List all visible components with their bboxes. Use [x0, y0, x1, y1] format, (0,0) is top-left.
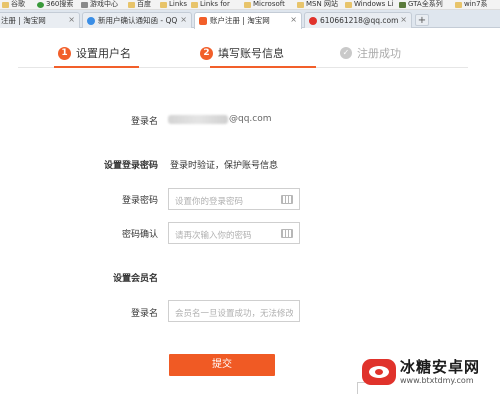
- check-icon: ✓: [340, 47, 352, 59]
- step-label: 设置用户名: [76, 47, 131, 60]
- step-label: 填写账号信息: [218, 47, 284, 60]
- close-icon[interactable]: ×: [400, 13, 407, 27]
- bookmark-item[interactable]: Links: [160, 0, 187, 9]
- step-register-success: ✓ 注册成功: [340, 44, 401, 62]
- step-set-username: 1 设置用户名: [58, 44, 131, 62]
- watermark-title: 冰糖安卓网: [400, 357, 481, 376]
- folder-icon: [2, 1, 9, 8]
- taobao-icon: [199, 17, 207, 25]
- watermark-logo-icon: [362, 359, 396, 385]
- folder-icon: [244, 1, 251, 8]
- browser-tab-strip: 注册 | 淘宝网 × 新用户确认通知函 - QQ × 账户注册 | 淘宝网 × …: [0, 10, 500, 29]
- folder-icon: [297, 1, 304, 8]
- browser-tab[interactable]: 新用户确认通知函 - QQ ×: [82, 12, 192, 28]
- step-progress-line: [210, 66, 316, 68]
- folder-icon: [345, 1, 352, 8]
- password-input[interactable]: [169, 192, 299, 212]
- login-name-value: @qq.com: [168, 114, 272, 124]
- member-name-input[interactable]: [169, 304, 299, 324]
- member-name-label: 登录名: [130, 309, 158, 319]
- 360-icon: [37, 1, 44, 8]
- new-tab-button[interactable]: +: [415, 14, 429, 26]
- folder-icon: [160, 1, 167, 8]
- watermark-url: www.btxtdmy.com: [400, 375, 474, 385]
- close-icon[interactable]: ×: [290, 13, 297, 27]
- folder-icon: [191, 1, 198, 8]
- bookmark-item[interactable]: GTA全系列: [399, 0, 443, 9]
- step-progress-line: [54, 66, 139, 68]
- gamepad-icon: [81, 1, 88, 8]
- member-name-field: [168, 300, 300, 324]
- login-name-label: 登录名: [130, 117, 158, 127]
- confirm-password-input[interactable]: [169, 226, 299, 246]
- gta-icon: [399, 1, 406, 8]
- qq-mail-icon: [87, 16, 95, 25]
- bookmark-item[interactable]: 谷歌: [2, 0, 25, 9]
- redacted-text: [168, 114, 228, 124]
- password-hint: 登录时验证，保护账号信息: [170, 161, 279, 171]
- bookmarks-bar: 谷歌 360搜索 游戏中心 百度 Links Links for Microso…: [0, 0, 500, 10]
- bookmark-item[interactable]: MSN 网站: [297, 0, 338, 9]
- password-label: 登录密码: [121, 196, 158, 206]
- keyboard-icon[interactable]: [281, 229, 293, 238]
- folder-icon: [128, 1, 135, 8]
- step-label: 注册成功: [357, 47, 401, 60]
- close-icon[interactable]: ×: [180, 13, 187, 27]
- mail-icon: [309, 16, 317, 25]
- bookmark-item[interactable]: Windows Li: [345, 0, 393, 9]
- set-password-section-label: 设置登录密码: [103, 161, 158, 171]
- bookmark-item[interactable]: win7系: [455, 0, 488, 9]
- submit-button[interactable]: 提交: [169, 354, 275, 376]
- bookmark-item[interactable]: 百度: [128, 0, 151, 9]
- step-number-badge: 2: [200, 46, 213, 60]
- bookmark-item[interactable]: 360搜索: [37, 0, 73, 9]
- bookmark-item[interactable]: Links for: [191, 0, 230, 9]
- browser-tab[interactable]: 610661218@qq.com ×: [304, 12, 412, 28]
- browser-tab[interactable]: 注册 | 淘宝网 ×: [0, 12, 80, 28]
- browser-tab-active[interactable]: 账户注册 | 淘宝网 ×: [194, 12, 302, 29]
- bookmark-item[interactable]: Microsoft: [244, 0, 285, 9]
- confirm-password-field: [168, 222, 300, 246]
- confirm-password-label: 密码确认: [121, 230, 158, 240]
- folder-icon: [455, 1, 462, 8]
- member-name-section-label: 设置会员名: [112, 274, 158, 284]
- keyboard-icon[interactable]: [281, 195, 293, 204]
- bookmark-item[interactable]: 游戏中心: [81, 0, 118, 9]
- step-account-info: 2 填写账号信息: [200, 44, 284, 62]
- step-number-badge: 1: [58, 46, 71, 60]
- watermark: 冰糖安卓网 www.btxtdmy.com: [362, 350, 500, 394]
- password-field: [168, 188, 300, 212]
- close-icon[interactable]: ×: [68, 13, 75, 27]
- registration-steps: 1 设置用户名 2 填写账号信息 ✓ 注册成功: [18, 36, 468, 68]
